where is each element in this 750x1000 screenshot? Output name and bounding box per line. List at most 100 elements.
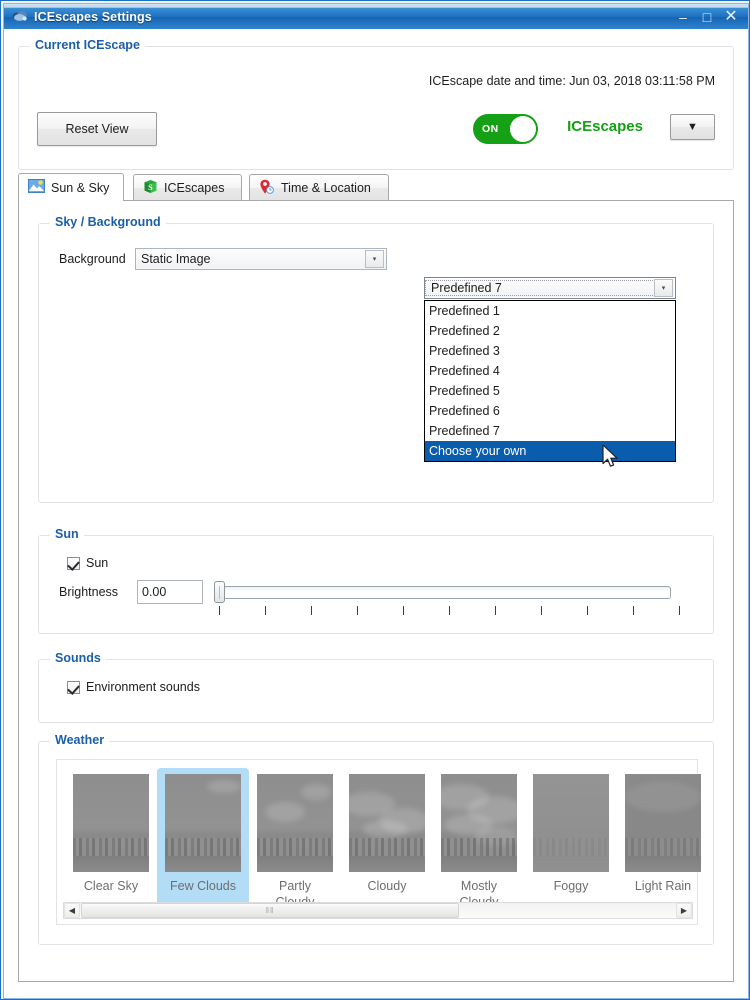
weather-thumbnail bbox=[73, 774, 149, 872]
dropdown-option[interactable]: Predefined 4 bbox=[425, 361, 675, 381]
tab-icescapes[interactable]: S ICEscapes bbox=[133, 174, 242, 201]
weather-thumbnail bbox=[257, 774, 333, 872]
sun-checkbox-row[interactable]: Sun bbox=[67, 556, 108, 570]
brightness-input[interactable]: 0.00 bbox=[137, 580, 203, 604]
sounds-legend: Sounds bbox=[50, 651, 106, 665]
brightness-label: Brightness bbox=[59, 585, 119, 599]
icescapes-brand-label: ICEscapes bbox=[567, 118, 643, 135]
weather-item-mostly-cloudy[interactable]: Mostly Cloudy bbox=[433, 768, 525, 916]
environment-sounds-label: Environment sounds bbox=[86, 680, 200, 694]
weather-horizontal-scrollbar[interactable]: ◀ ‖‖ ▶ bbox=[63, 902, 693, 919]
weather-thumbnail bbox=[625, 774, 701, 872]
sun-checkbox[interactable] bbox=[67, 556, 80, 570]
dropdown-option[interactable]: Predefined 3 bbox=[425, 341, 675, 361]
weather-item-label: Foggy bbox=[553, 879, 589, 893]
cloud-shape bbox=[265, 802, 305, 822]
weather-item-few-clouds[interactable]: Few Clouds bbox=[157, 768, 249, 917]
scrollbar-grip-icon: ‖‖ bbox=[265, 906, 275, 915]
dropdown-option[interactable]: Predefined 1 bbox=[425, 301, 675, 321]
weather-item-foggy[interactable]: Foggy bbox=[525, 768, 617, 916]
skyline-silhouette bbox=[73, 838, 149, 856]
cloud-shape bbox=[301, 784, 331, 800]
dialog-content: Current ICEscape ICEscape date and time:… bbox=[4, 29, 748, 998]
dropdown-option[interactable]: Predefined 7 bbox=[425, 421, 675, 441]
svg-text:S: S bbox=[148, 183, 153, 192]
dropdown-option[interactable]: Predefined 6 bbox=[425, 401, 675, 421]
map-pin-clock-icon bbox=[259, 179, 275, 198]
preset-dropdown-list[interactable]: Predefined 1 Predefined 2 Predefined 3 P… bbox=[424, 300, 676, 462]
scrollbar-thumb[interactable]: ‖‖ bbox=[81, 903, 459, 918]
sun-checkbox-label: Sun bbox=[86, 556, 109, 570]
sky-background-legend: Sky / Background bbox=[50, 215, 166, 229]
title-bar[interactable]: ICEscapes Settings – □ ✕ bbox=[4, 4, 748, 29]
ground-strip bbox=[441, 856, 517, 872]
ground-strip bbox=[73, 856, 149, 872]
skyline-silhouette bbox=[625, 838, 701, 856]
skyline-silhouette bbox=[257, 838, 333, 856]
weather-item-partly-cloudy[interactable]: Partly Cloudy bbox=[249, 768, 341, 916]
current-icescape-legend: Current ICEscape bbox=[30, 38, 145, 52]
chevron-down-icon[interactable]: ▾ bbox=[365, 250, 384, 268]
cloud-shape bbox=[363, 820, 407, 838]
dropdown-option[interactable]: Predefined 5 bbox=[425, 381, 675, 401]
skyline-silhouette bbox=[349, 838, 425, 856]
weather-item-light-rain[interactable]: Light Rain bbox=[617, 768, 709, 916]
reset-view-button[interactable]: Reset View bbox=[37, 112, 157, 146]
weather-item-label: Clear Sky bbox=[83, 879, 139, 893]
preset-combo-value: Predefined 7 bbox=[425, 280, 655, 296]
brightness-slider-track[interactable] bbox=[219, 586, 671, 599]
tab-sun-and-sky[interactable]: Sun & Sky bbox=[18, 173, 124, 201]
background-label: Background bbox=[59, 252, 126, 266]
weather-thumbnail bbox=[165, 774, 241, 872]
dropdown-option[interactable]: Predefined 2 bbox=[425, 321, 675, 341]
toggle-knob bbox=[510, 116, 536, 142]
weather-item-clear-sky[interactable]: Clear Sky bbox=[65, 768, 157, 916]
settings-window: ICEscapes Settings – □ ✕ Current ICEscap… bbox=[0, 0, 750, 1000]
skyline-silhouette bbox=[441, 838, 517, 856]
tab-strip: Sun & Sky S ICEscapes Time & Location bbox=[18, 173, 734, 201]
sun-legend: Sun bbox=[50, 527, 84, 541]
ground-strip bbox=[349, 856, 425, 872]
weather-item-label: Light Rain bbox=[634, 879, 692, 893]
scroll-right-arrow-icon[interactable]: ▶ bbox=[676, 903, 692, 918]
sounds-group: Sounds Environment sounds bbox=[38, 651, 714, 723]
green-cube-icon: S bbox=[143, 179, 158, 197]
dropdown-option-highlighted[interactable]: Choose your own bbox=[425, 441, 675, 461]
brightness-slider-thumb[interactable] bbox=[214, 581, 225, 603]
cloud-shape bbox=[625, 782, 701, 812]
weather-item-label: Cloudy bbox=[367, 879, 407, 893]
weather-group: Weather Clear Sky Few Clouds Partly Clou… bbox=[38, 733, 714, 945]
weather-item-label: Few Clouds bbox=[170, 879, 236, 893]
preset-combo[interactable]: Predefined 7 ▾ bbox=[424, 277, 676, 299]
maximize-button[interactable]: □ bbox=[696, 7, 718, 27]
background-type-combo[interactable]: Static Image ▾ bbox=[135, 248, 387, 270]
weather-legend: Weather bbox=[50, 733, 110, 747]
scroll-left-arrow-icon[interactable]: ◀ bbox=[64, 903, 80, 918]
weather-list[interactable]: Clear Sky Few Clouds Partly Cloudy Mostl… bbox=[56, 759, 701, 925]
weather-thumbnail bbox=[533, 774, 609, 872]
skyline-silhouette bbox=[165, 838, 241, 856]
sun-group: Sun Sun Brightness 0.00 bbox=[38, 527, 714, 634]
chevron-down-icon: ▼ bbox=[687, 121, 698, 133]
window-controls: – □ ✕ bbox=[672, 7, 742, 27]
window-inner-frame: ICEscapes Settings – □ ✕ Current ICEscap… bbox=[3, 3, 749, 999]
brightness-value: 0.00 bbox=[142, 585, 167, 599]
minimize-button[interactable]: – bbox=[672, 7, 694, 27]
sun-sky-icon bbox=[28, 179, 45, 196]
ground-strip bbox=[533, 856, 609, 872]
toggle-state-label: ON bbox=[482, 123, 499, 135]
icescape-datetime: ICEscape date and time: Jun 03, 2018 03:… bbox=[428, 74, 715, 88]
background-type-value: Static Image bbox=[141, 252, 211, 266]
weather-item-cloudy[interactable]: Cloudy bbox=[341, 768, 433, 916]
sun-and-sky-panel: Sky / Background Background Static Image… bbox=[18, 200, 734, 982]
environment-sounds-checkbox[interactable] bbox=[67, 680, 80, 694]
tab-time-and-location[interactable]: Time & Location bbox=[249, 174, 389, 201]
environment-sounds-row[interactable]: Environment sounds bbox=[67, 680, 200, 694]
icescapes-menu-button[interactable]: ▼ bbox=[670, 114, 715, 140]
cloud-icon bbox=[11, 9, 29, 25]
tab-icescapes-label: ICEscapes bbox=[164, 181, 225, 195]
chevron-down-icon[interactable]: ▾ bbox=[654, 279, 673, 297]
icescapes-toggle[interactable]: ON bbox=[473, 114, 538, 144]
ground-strip bbox=[625, 856, 701, 872]
close-button[interactable]: ✕ bbox=[720, 7, 742, 27]
